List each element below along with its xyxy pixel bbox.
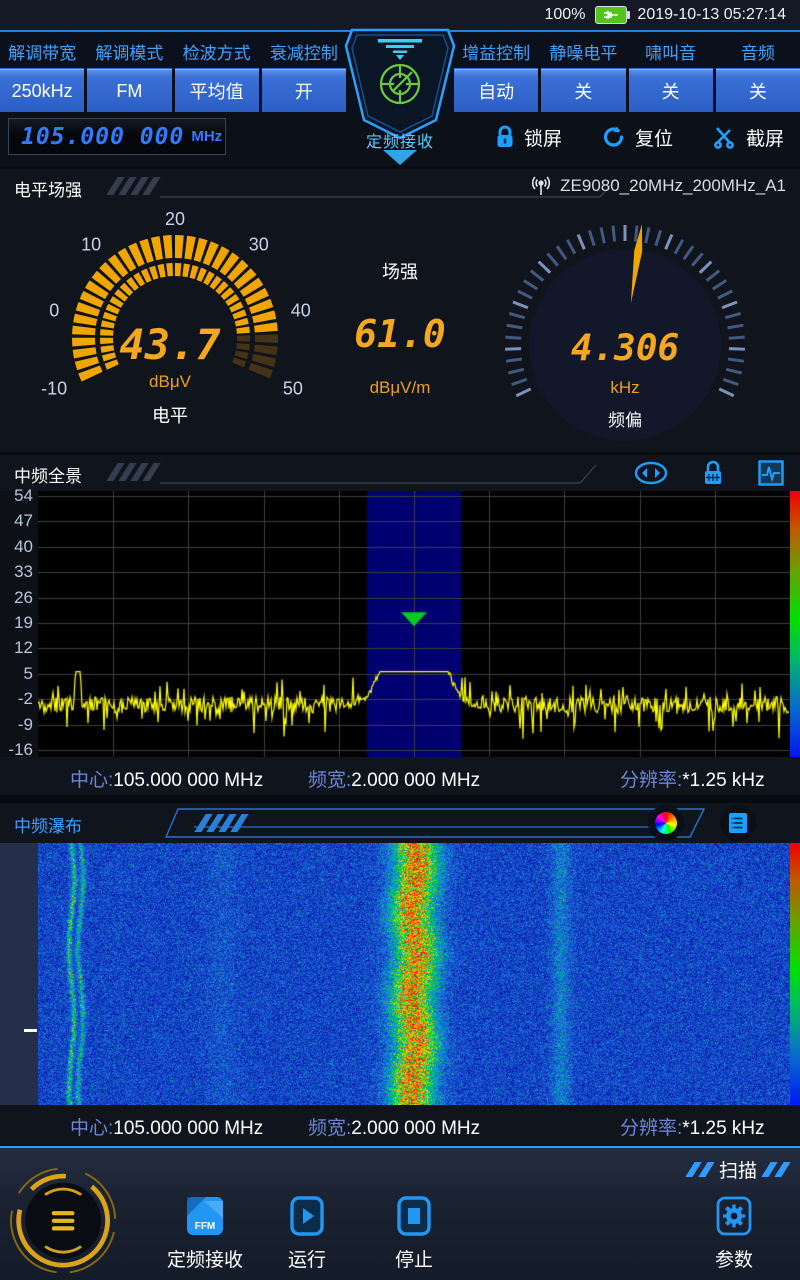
field-strength-unit: dBμV/m (335, 378, 465, 398)
lock-icon (495, 125, 515, 149)
play-icon (290, 1196, 324, 1236)
ffm-mode-button[interactable]: FFM 定频接收 (160, 1196, 250, 1272)
parameters-button[interactable]: 参数 (704, 1196, 764, 1272)
pan-swap-icon[interactable] (634, 461, 668, 485)
list-button[interactable] (720, 805, 756, 841)
mode-badge-label: 定频接收 (338, 128, 462, 152)
screenshot-scissors-icon (713, 125, 737, 149)
reset-icon (602, 125, 626, 149)
menu-squelch[interactable]: 静噪电平 关 (541, 34, 625, 112)
datetime: 2019-10-13 05:27:14 (637, 6, 786, 24)
spectrum-footer: 中心:105.000 000 MHz 频宽:2.000 000 MHz 分辨率:… (0, 757, 800, 795)
receiver-app: 100% 2019-10-13 05:27:14 解调带宽 250kHz 解调模… (0, 0, 800, 1280)
waterfall-colorbar (790, 843, 800, 1105)
battery-charging-icon (595, 6, 627, 24)
level-panel-title: 电平场强 (14, 176, 82, 201)
waterfall-left-margin (0, 843, 38, 1105)
svg-text:FFM: FFM (195, 1221, 216, 1232)
waterfall-panel-header: 中频瀑布 (0, 805, 800, 841)
antenna-icon (530, 175, 552, 197)
waterfall-footer: 中心:105.000 000 MHz 频宽:2.000 000 MHz 分辨率:… (0, 1105, 800, 1143)
level-value: 43.7 (60, 320, 280, 369)
signal-frame-icon[interactable] (758, 460, 784, 486)
reset-button[interactable]: 复位 (602, 124, 673, 151)
status-bar: 100% 2019-10-13 05:27:14 (0, 0, 800, 30)
badge-pointer (383, 150, 417, 165)
hold-lock-icon[interactable] (702, 460, 724, 486)
lock-screen-button[interactable]: 锁屏 (495, 124, 562, 151)
menu-right-group: 增益控制 自动 静噪电平 关 啸叫音 关 音频 关 (454, 34, 800, 112)
menu-attenuation[interactable]: 衰减控制 开 (262, 34, 346, 112)
offset-label: 频偏 (515, 406, 735, 431)
ffm-icon: FFM (186, 1196, 224, 1236)
field-strength-value: 61.0 (325, 312, 475, 356)
mode-badge-ffm[interactable]: 定频接收 (338, 28, 462, 166)
main-menu-knob[interactable] (0, 1160, 131, 1280)
menu-demod-bandwidth[interactable]: 解调带宽 250kHz (0, 34, 84, 112)
palette-button[interactable] (648, 805, 684, 841)
spectrum-panel-title: 中频全景 (14, 462, 82, 487)
stop-icon (397, 1196, 431, 1236)
menu-gain-control[interactable]: 增益控制 自动 (454, 34, 538, 112)
spectrum-panel-header: 中频全景 (0, 455, 800, 491)
svg-text:10: 10 (81, 235, 101, 255)
menu-demod-mode[interactable]: 解调模式 FM (87, 34, 171, 112)
svg-text:0: 0 (49, 301, 59, 321)
level-unit: dBμV (60, 372, 280, 392)
menu-detector[interactable]: 检波方式 平均值 (175, 34, 259, 112)
spectrum-canvas[interactable] (38, 491, 790, 757)
screenshot-button[interactable]: 截屏 (713, 124, 784, 151)
header-stripes (112, 177, 155, 195)
frequency-unit: MHz (191, 128, 222, 145)
waterfall-row-marker (24, 1029, 37, 1032)
menu-left-group: 解调带宽 250kHz 解调模式 FM 检波方式 平均值 衰减控制 开 (0, 34, 346, 112)
stop-button[interactable]: 停止 (384, 1196, 444, 1272)
menu-beep-tone[interactable]: 啸叫音 关 (629, 34, 713, 112)
target-icon (381, 65, 419, 103)
device-name: ZE9080_20MHz_200MHz_A1 (560, 176, 786, 196)
svg-text:20: 20 (165, 210, 185, 229)
hamburger-menu-icon (52, 1211, 75, 1230)
field-strength-label: 场强 (335, 258, 465, 284)
svg-text:40: 40 (291, 301, 311, 321)
run-button[interactable]: 运行 (277, 1196, 337, 1272)
menu-audio[interactable]: 音频 关 (716, 34, 800, 112)
frequency-value: 105.000 000 (21, 124, 184, 150)
battery-percent: 100% (545, 6, 586, 24)
spectrum-colorbar (790, 491, 800, 757)
offset-unit: kHz (515, 378, 735, 398)
list-icon (728, 812, 748, 834)
level-panel-header: 电平场强 ZE9080_20MHz_200MHz_A1 (0, 169, 800, 205)
svg-text:30: 30 (249, 235, 269, 255)
svg-text:50: 50 (283, 378, 303, 398)
scan-section-label[interactable]: 扫描 (690, 1156, 786, 1183)
frequency-display[interactable]: 105.000 000 MHz (8, 118, 226, 155)
color-wheel-icon (655, 812, 677, 834)
gear-icon (716, 1196, 752, 1236)
waterfall-panel-title: 中频瀑布 (14, 812, 82, 837)
waterfall-canvas[interactable] (38, 843, 790, 1105)
offset-value: 4.306 (515, 328, 735, 369)
level-label: 电平 (60, 402, 280, 428)
